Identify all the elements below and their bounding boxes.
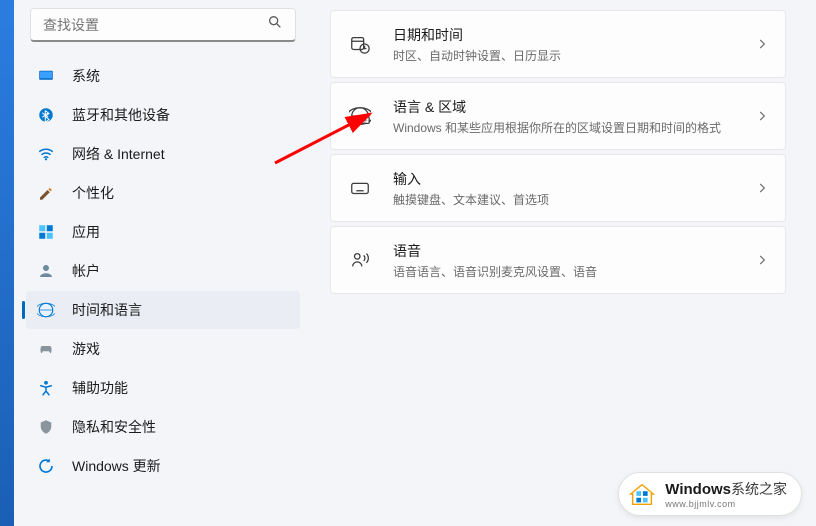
- sidebar-item-label: 应用: [72, 222, 100, 242]
- sidebar-item-label: 蓝牙和其他设备: [72, 105, 170, 125]
- search-input[interactable]: [43, 17, 267, 33]
- personalization-icon: [36, 183, 56, 203]
- keyboard-icon: [347, 175, 373, 201]
- system-icon: [36, 66, 56, 86]
- sidebar-item-apps[interactable]: 应用: [26, 213, 300, 251]
- accounts-icon: [36, 261, 56, 281]
- time-language-icon: [36, 300, 56, 320]
- chevron-right-icon: [755, 181, 769, 195]
- sidebar-item-privacy[interactable]: 隐私和安全性: [26, 408, 300, 446]
- sidebar-item-bluetooth[interactable]: 蓝牙和其他设备: [26, 96, 300, 134]
- left-decorative-edge: [0, 0, 14, 526]
- sidebar-item-label: Windows 更新: [72, 456, 161, 476]
- card-desc: Windows 和某些应用根据你所在的区域设置日期和时间的格式: [393, 119, 755, 136]
- card-title: 日期和时间: [393, 25, 755, 45]
- sidebar-item-label: 游戏: [72, 339, 100, 359]
- sidebar: 系统 蓝牙和其他设备 网络 & Internet 个性化: [14, 0, 312, 526]
- sidebar-item-label: 系统: [72, 66, 100, 86]
- sidebar-item-label: 时间和语言: [72, 300, 142, 320]
- card-desc: 时区、自动时钟设置、日历显示: [393, 47, 755, 64]
- chevron-right-icon: [755, 109, 769, 123]
- card-desc: 触摸键盘、文本建议、首选项: [393, 191, 755, 208]
- watermark: Windows系统之家 www.bjjmlv.com: [618, 472, 802, 516]
- sidebar-item-label: 辅助功能: [72, 378, 128, 398]
- svg-text:字: 字: [362, 116, 368, 124]
- sidebar-item-accounts[interactable]: 帐户: [26, 252, 300, 290]
- sidebar-item-system[interactable]: 系统: [26, 57, 300, 95]
- sidebar-nav: 系统 蓝牙和其他设备 网络 & Internet 个性化: [22, 56, 304, 526]
- sidebar-item-personalization[interactable]: 个性化: [26, 174, 300, 212]
- speech-icon: [347, 247, 373, 273]
- sidebar-item-label: 网络 & Internet: [72, 144, 165, 164]
- sidebar-item-accessibility[interactable]: 辅助功能: [26, 369, 300, 407]
- watermark-brand: Windows: [665, 481, 731, 498]
- date-time-icon: [347, 31, 373, 57]
- card-desc: 语音语言、语音识别麦克风设置、语音: [393, 263, 755, 280]
- accessibility-icon: [36, 378, 56, 398]
- card-speech[interactable]: 语音 语音语言、语音识别麦克风设置、语音: [330, 226, 786, 294]
- sidebar-item-label: 隐私和安全性: [72, 417, 156, 437]
- sidebar-item-label: 帐户: [72, 261, 100, 281]
- sidebar-item-network[interactable]: 网络 & Internet: [26, 135, 300, 173]
- apps-icon: [36, 222, 56, 242]
- card-title: 输入: [393, 169, 755, 189]
- network-icon: [36, 144, 56, 164]
- chevron-right-icon: [755, 253, 769, 267]
- privacy-icon: [36, 417, 56, 437]
- windows-update-icon: [36, 456, 56, 476]
- card-typing[interactable]: 输入 触摸键盘、文本建议、首选项: [330, 154, 786, 222]
- search-input-container[interactable]: [30, 8, 296, 42]
- watermark-logo-icon: [627, 479, 657, 509]
- card-date-time[interactable]: 日期和时间 时区、自动时钟设置、日历显示: [330, 10, 786, 78]
- sidebar-item-label: 个性化: [72, 183, 114, 203]
- bluetooth-icon: [36, 105, 56, 125]
- card-language-region[interactable]: 字 语言 & 区域 Windows 和某些应用根据你所在的区域设置日期和时间的格…: [330, 82, 786, 150]
- sidebar-item-time-language[interactable]: 时间和语言: [26, 291, 300, 329]
- card-title: 语言 & 区域: [393, 97, 755, 117]
- search-icon: [267, 14, 283, 35]
- card-title: 语音: [393, 241, 755, 261]
- sidebar-item-windows-update[interactable]: Windows 更新: [26, 447, 300, 485]
- watermark-url: www.bjjmlv.com: [665, 499, 787, 509]
- gaming-icon: [36, 339, 56, 359]
- chevron-right-icon: [755, 37, 769, 51]
- sidebar-item-gaming[interactable]: 游戏: [26, 330, 300, 368]
- main-content: 日期和时间 时区、自动时钟设置、日历显示 字 语言 & 区域 Windows 和…: [312, 0, 816, 526]
- language-region-icon: 字: [347, 103, 373, 129]
- watermark-brand2: 系统之家: [731, 481, 787, 497]
